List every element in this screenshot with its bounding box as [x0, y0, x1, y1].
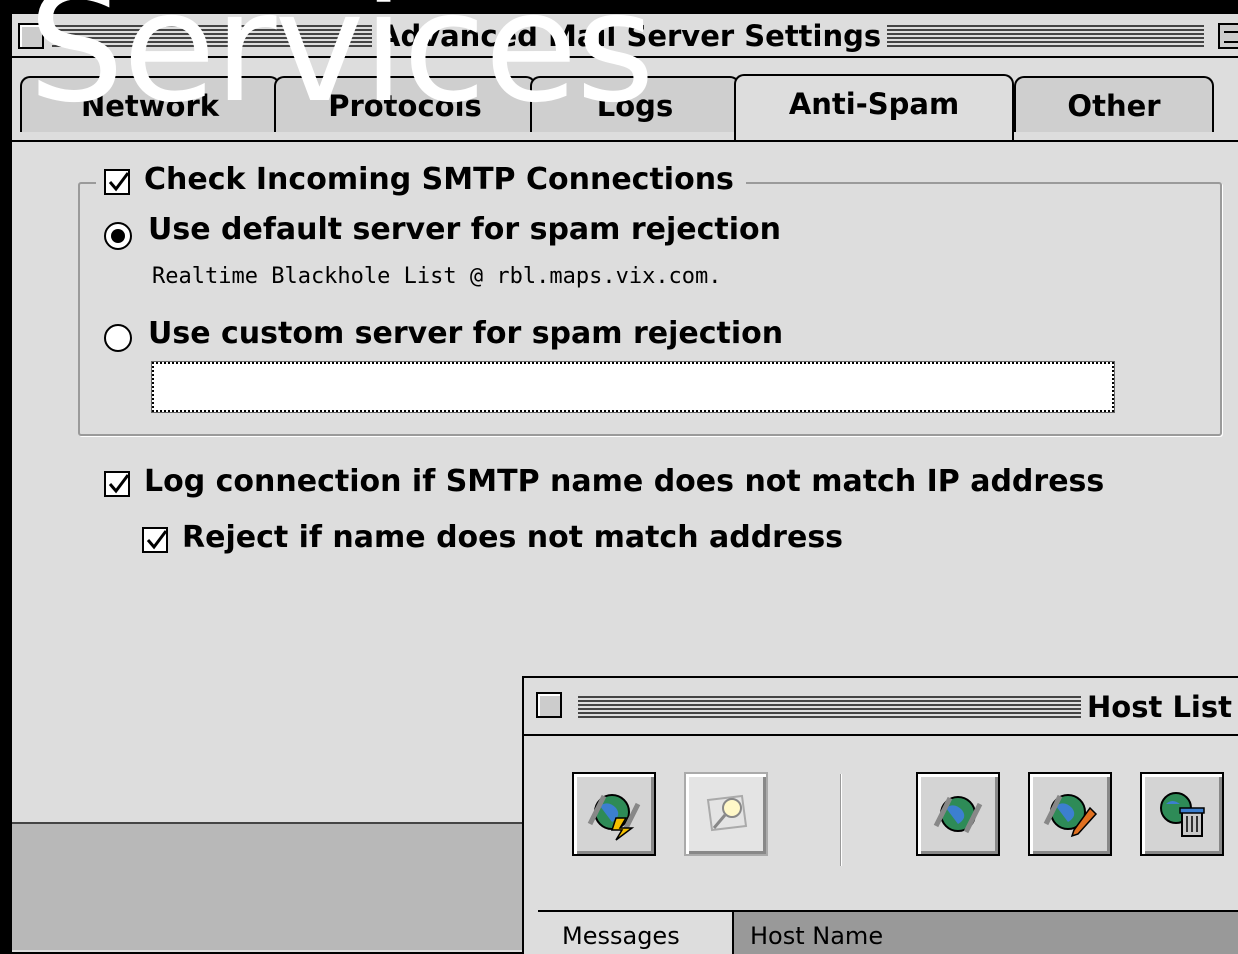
column-host-name[interactable]: Host Name: [736, 912, 883, 954]
checkmark-icon: [108, 172, 130, 192]
host-list-title: Host List: [1081, 686, 1238, 728]
log-mismatch-checkbox[interactable]: [104, 471, 130, 497]
tab-protocols[interactable]: Protocols: [274, 76, 536, 132]
connect-host-button[interactable]: [572, 772, 656, 856]
custom-server-radio[interactable]: [104, 324, 132, 352]
custom-server-input[interactable]: [151, 361, 1115, 413]
tab-other[interactable]: Other: [1014, 76, 1214, 132]
tab-anti-spam[interactable]: Anti-Spam: [734, 74, 1014, 140]
host-list-column-header: Messages Host Name: [538, 910, 1238, 954]
globe-lightning-icon: [587, 794, 641, 841]
custom-server-label[interactable]: Use custom server for spam rejection: [148, 316, 783, 351]
toolbar-separator: [840, 774, 842, 866]
reject-mismatch-checkbox[interactable]: [142, 527, 168, 553]
window-title: Advanced Mail Server Settings: [372, 17, 888, 55]
default-server-radio[interactable]: [104, 222, 132, 250]
magnifier-icon: [706, 794, 748, 832]
find-host-button[interactable]: [684, 772, 768, 856]
default-server-label[interactable]: Use default server for spam rejection: [148, 212, 781, 247]
column-messages[interactable]: Messages: [538, 912, 734, 954]
host-list-window: Host List Messages Host Name: [522, 676, 1238, 954]
new-host-button[interactable]: [916, 772, 1000, 856]
tab-logs[interactable]: Logs: [530, 76, 740, 132]
host-list-close-box[interactable]: [536, 692, 562, 718]
title-bar[interactable]: Advanced Mail Server Settings: [12, 14, 1238, 58]
host-list-title-bar[interactable]: Host List: [524, 678, 1238, 736]
zoom-box[interactable]: [1218, 23, 1238, 49]
tab-bar: Network Protocols Logs Anti-Spam Other: [12, 60, 1238, 140]
check-incoming-checkbox[interactable]: [104, 169, 130, 195]
globe-pencil-icon: [1043, 794, 1098, 838]
tab-network[interactable]: Network: [20, 76, 280, 132]
globe-icon: [933, 796, 983, 834]
edit-host-button[interactable]: [1028, 772, 1112, 856]
globe-trash-icon: [1160, 792, 1205, 837]
check-incoming-label[interactable]: Check Incoming SMTP Connections: [144, 162, 734, 197]
button-bar: [12, 822, 552, 950]
close-box[interactable]: [18, 23, 44, 49]
checkmark-icon: [108, 474, 130, 494]
log-mismatch-label[interactable]: Log connection if SMTP name does not mat…: [144, 464, 1104, 499]
rbl-info-text: Realtime Blackhole List @ rbl.maps.vix.c…: [152, 264, 722, 289]
delete-host-button[interactable]: [1140, 772, 1224, 856]
tab-divider: [12, 140, 1238, 142]
checkmark-icon: [146, 530, 168, 550]
reject-mismatch-label[interactable]: Reject if name does not match address: [182, 520, 843, 555]
